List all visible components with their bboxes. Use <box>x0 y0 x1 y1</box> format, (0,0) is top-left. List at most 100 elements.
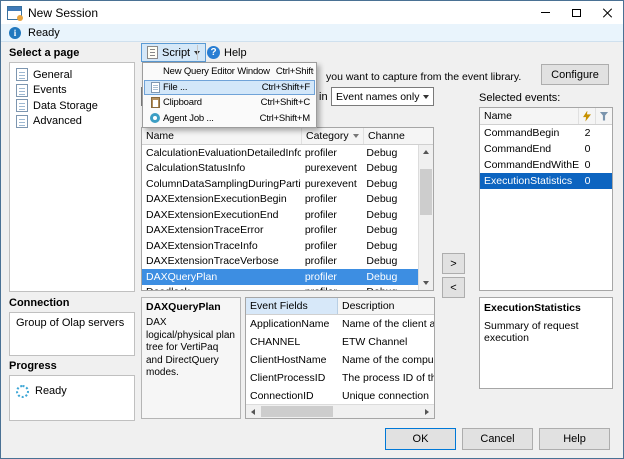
horizontal-scrollbar <box>246 404 434 418</box>
table-row[interactable]: CalculationEvaluationDetailedInformation… <box>142 145 418 161</box>
script-icon <box>147 46 158 59</box>
search-scope-value: Event names only <box>336 90 420 103</box>
sidebar-item-general[interactable]: General <box>10 67 134 83</box>
table-row[interactable]: DAXExtensionExecutionBegin profiler Debu… <box>142 192 418 208</box>
table-row[interactable]: DAXExtensionExecutionEnd profiler Debug <box>142 207 418 223</box>
help-button[interactable]: Help <box>539 428 610 450</box>
search-scope-combo[interactable]: Event names only <box>331 87 434 106</box>
sidebar-item-advanced[interactable]: Advanced <box>10 114 134 130</box>
table-row-selected[interactable]: DAXQueryPlan profiler Debug <box>142 269 418 285</box>
minimize-button[interactable] <box>530 1 561 24</box>
selected-event-filter-cell <box>596 141 612 157</box>
move-left-button[interactable]: < <box>442 277 465 298</box>
page-icon <box>16 114 28 128</box>
selected-event-count-cell: 0 <box>584 159 591 171</box>
chevron-down-icon <box>353 134 359 138</box>
sidebar-item-events[interactable]: Events <box>10 83 134 99</box>
title-bar[interactable]: New Session <box>1 1 623 24</box>
column-header-name[interactable]: Name <box>142 128 302 144</box>
vertical-scrollbar <box>418 145 433 290</box>
field-row[interactable]: ClientProcessID The process ID of th <box>246 369 434 387</box>
selected-event-row[interactable]: CommandEndWithError 0 <box>480 157 612 173</box>
column-header-label: Category <box>306 130 349 142</box>
menu-item-label: File ... <box>163 81 188 93</box>
toolbar-separator <box>197 45 198 60</box>
menu-item-label: Agent Job ... <box>163 112 214 124</box>
event-category-cell: profiler <box>304 255 337 268</box>
event-category-cell: profiler <box>304 146 337 159</box>
arrow-right-icon <box>425 408 429 415</box>
selected-event-row[interactable]: CommandEnd 0 <box>480 141 612 157</box>
maximize-button[interactable] <box>561 1 592 24</box>
menu-item-new-query-editor-window[interactable]: New Query Editor Window Ctrl+Shift+N <box>144 64 315 80</box>
sidebar-item-label: Data Storage <box>33 99 98 112</box>
table-row-partial[interactable]: Deadlock profiler Debug <box>142 285 418 290</box>
selected-event-row-selected[interactable]: ExecutionStatistics 0 <box>480 173 612 189</box>
selected-event-row[interactable]: CommandBegin 2 <box>480 125 612 141</box>
help-icon: ? <box>207 46 220 59</box>
event-category-cell: purexevent <box>304 162 357 175</box>
column-header-lightning[interactable] <box>579 108 596 124</box>
chevron-down-icon <box>423 94 429 99</box>
field-desc-cell: Name of the compu <box>342 354 434 366</box>
column-header-description[interactable]: Description <box>338 298 434 314</box>
event-name-cell: DAXExtensionExecutionBegin <box>146 193 287 206</box>
event-fields-header: Event Fields Description <box>246 298 434 315</box>
selected-event-filter-cell <box>596 157 612 173</box>
close-button[interactable] <box>592 1 623 24</box>
table-row[interactable]: ColumnDataSamplingDuringPartitionProcess… <box>142 176 418 192</box>
column-header-filter[interactable] <box>596 108 612 124</box>
field-row[interactable]: ConnectionID Unique connection <box>246 387 434 405</box>
selected-events-header: Name <box>480 108 612 125</box>
table-row[interactable]: CalculationStatusInfo purexevent Debug <box>142 161 418 177</box>
scroll-left-button[interactable] <box>246 405 260 418</box>
column-header-event-fields[interactable]: Event Fields <box>246 298 338 314</box>
event-category-cell: profiler <box>301 285 363 290</box>
column-header-name[interactable]: Name <box>480 108 579 124</box>
selected-event-name-cell: CommandEndWithError <box>484 159 579 171</box>
scroll-down-button[interactable] <box>419 276 433 290</box>
selected-event-name-cell: CommandBegin <box>484 127 560 139</box>
menu-item-clipboard[interactable]: Clipboard Ctrl+Shift+C <box>144 95 315 111</box>
column-header-category[interactable]: Category <box>302 128 364 144</box>
menu-item-agent-job[interactable]: Agent Job ... Ctrl+Shift+M <box>144 111 315 127</box>
page-list-panel: General Events Data Storage Advanced <box>9 62 135 292</box>
event-name-cell: DAXExtensionExecutionEnd <box>146 208 279 221</box>
help-toolbar-button[interactable]: ? Help <box>202 43 252 62</box>
field-row[interactable]: CHANNEL ETW Channel <box>246 333 434 351</box>
selected-event-name-cell: CommandEnd <box>484 143 552 155</box>
connection-value: Group of Olap servers <box>16 317 125 329</box>
minimize-icon <box>541 12 550 13</box>
arrow-left-icon <box>251 408 255 415</box>
event-name-cell: DAXExtensionTraceError <box>146 224 264 237</box>
column-header-channel[interactable]: Channe <box>364 128 420 144</box>
selected-events-label: Selected events: <box>479 92 561 104</box>
event-description-body: DAX logical/physical plan tree for Verti… <box>146 317 235 379</box>
menu-item-file[interactable]: File ... Ctrl+Shift+F <box>144 79 315 95</box>
field-name-cell: ApplicationName <box>250 318 330 330</box>
configure-button[interactable]: Configure <box>541 64 609 85</box>
script-button-label: Script <box>162 46 191 59</box>
table-row[interactable]: DAXExtensionTraceVerbose profiler Debug <box>142 254 418 270</box>
scrollbar-thumb[interactable] <box>261 406 333 417</box>
field-row[interactable]: ApplicationName Name of the client a <box>246 315 434 333</box>
ok-button[interactable]: OK <box>385 428 456 450</box>
move-right-button[interactable]: > <box>442 253 465 274</box>
field-name-cell: ConnectionID <box>250 390 314 402</box>
table-row[interactable]: DAXExtensionTraceError profiler Debug <box>142 223 418 239</box>
scrollbar-thumb[interactable] <box>420 169 432 215</box>
menu-item-shortcut: Ctrl+Shift+C <box>260 97 311 109</box>
event-description-title: DAXQueryPlan <box>146 301 221 313</box>
event-description-panel: DAXQueryPlan DAX logical/physical plan t… <box>141 297 241 419</box>
new-session-window: New Session i Ready Select a page Genera… <box>0 0 624 459</box>
scroll-right-button[interactable] <box>420 405 434 418</box>
event-channel-cell: Debug <box>366 208 398 221</box>
table-row[interactable]: DAXExtensionTraceInfo profiler Debug <box>142 238 418 254</box>
selected-event-filter-cell <box>596 173 612 189</box>
field-row[interactable]: ClientHostName Name of the compu <box>246 351 434 369</box>
event-category-cell: profiler <box>304 224 337 237</box>
selected-event-detail-panel: ExecutionStatistics Summary of request e… <box>479 297 613 389</box>
scroll-up-button[interactable] <box>419 145 433 159</box>
sidebar-item-data-storage[interactable]: Data Storage <box>10 98 134 114</box>
cancel-button[interactable]: Cancel <box>462 428 533 450</box>
